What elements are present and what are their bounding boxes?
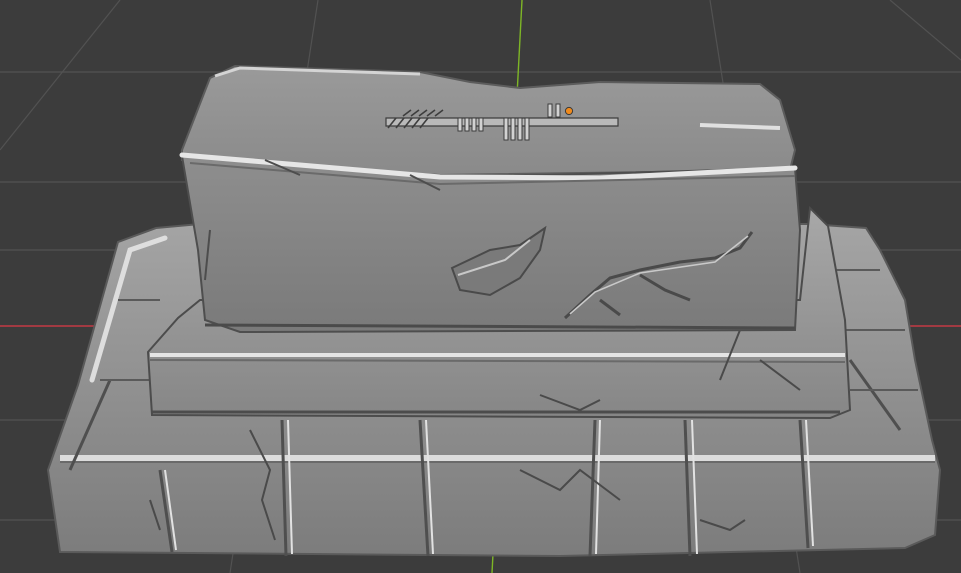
top-slab[interactable] xyxy=(179,64,802,334)
3d-viewport[interactable] xyxy=(0,0,961,573)
viewport-canvas[interactable] xyxy=(0,0,961,573)
origin-icon[interactable] xyxy=(564,106,574,116)
